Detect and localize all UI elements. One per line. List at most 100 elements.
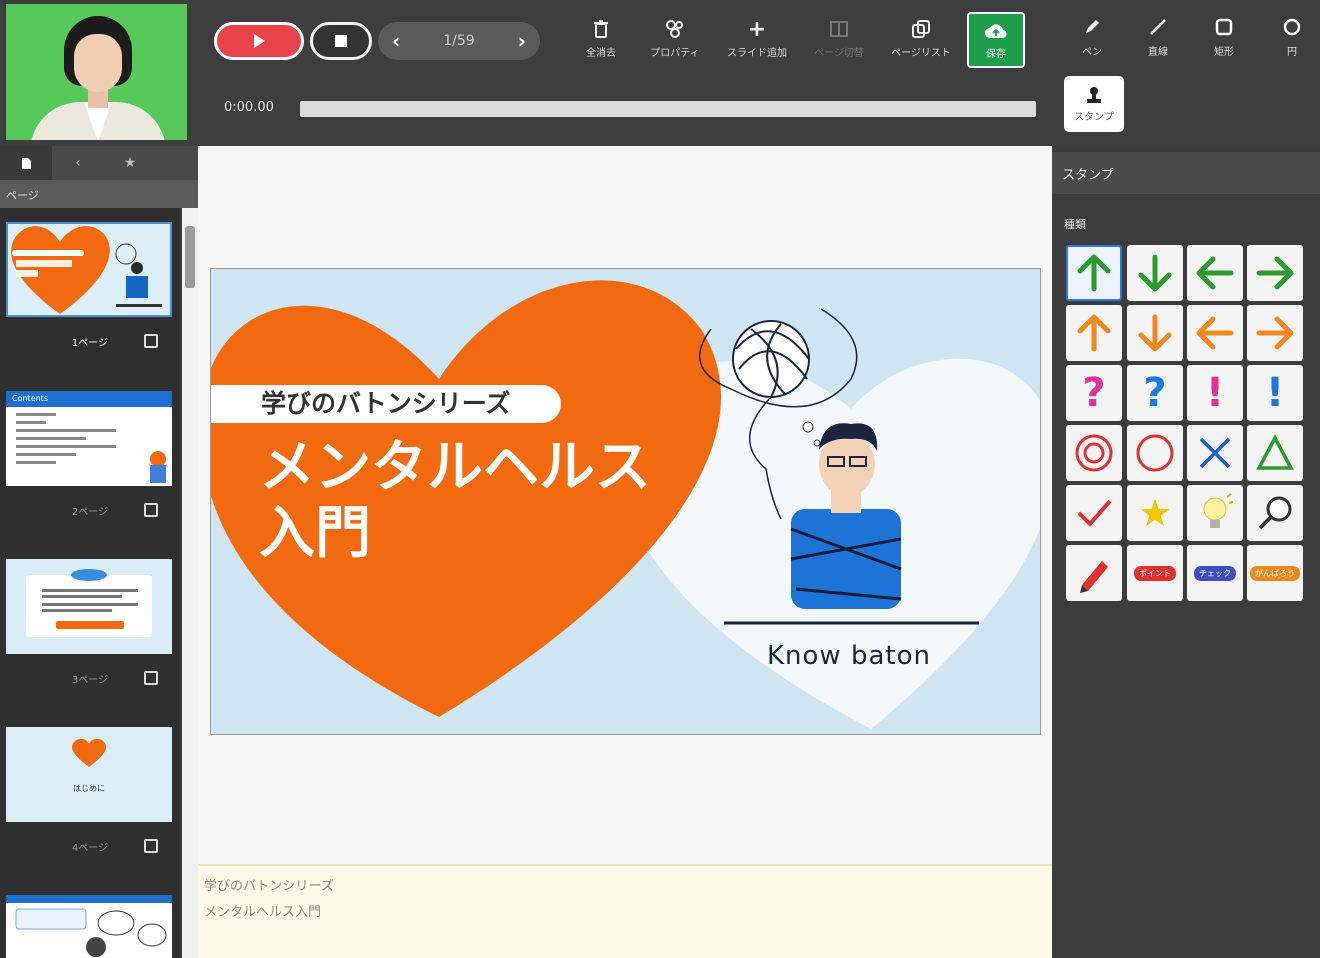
pencil-icon <box>1080 561 1108 593</box>
thumbnail-1-caption: 1ページ <box>71 337 109 349</box>
stamp-tool-button[interactable]: スタンプ <box>1064 76 1124 132</box>
stamp-right-arrow-orange[interactable] <box>1247 305 1303 361</box>
stamp-down-arrow-green[interactable] <box>1127 245 1183 301</box>
thumbnail-3-caption: 3ページ <box>71 674 109 686</box>
stamp-question-pink[interactable]: ? <box>1066 365 1122 421</box>
point-pill-label: ポイント <box>1134 565 1176 581</box>
double-circle-icon <box>1075 434 1113 472</box>
page-section-header: ページ <box>0 180 198 208</box>
stamp-question-blue[interactable]: ? <box>1127 365 1183 421</box>
circle-tool[interactable]: 円 <box>1266 18 1318 62</box>
stamp-left-arrow-green[interactable] <box>1187 245 1243 301</box>
stamp-lightbulb[interactable] <box>1187 485 1243 541</box>
delete-all-label: 全消去 <box>586 48 616 59</box>
stop-button[interactable] <box>310 22 372 60</box>
save-button[interactable]: 保存 <box>967 12 1025 68</box>
slide-brand-logo: Know baton <box>767 641 931 671</box>
notes-line-1: 学びのバトンシリーズ <box>204 879 334 894</box>
properties-button[interactable]: プロパティ <box>640 18 710 66</box>
pen-label: ペン <box>1082 47 1102 58</box>
circle-label: 円 <box>1287 47 1297 58</box>
page-list-button[interactable]: ページリスト <box>886 18 956 66</box>
arrow-down-icon <box>1138 314 1172 352</box>
lightbulb-icon <box>1203 493 1233 528</box>
stamp-star[interactable]: ★ <box>1127 485 1183 541</box>
stamp-right-arrow-green[interactable] <box>1247 245 1303 301</box>
edit-icon[interactable] <box>144 503 158 517</box>
presenter-face <box>74 34 122 92</box>
stamp-exclamation-pink[interactable]: ! <box>1187 365 1243 421</box>
line-label: 直線 <box>1148 47 1168 58</box>
star-icon: ★ <box>123 155 137 171</box>
pen-tool[interactable]: ペン <box>1066 18 1118 62</box>
slide-title-line1: メンタルヘルス <box>259 435 651 500</box>
check-pill-label: チェック <box>1194 565 1236 581</box>
trash-icon <box>590 18 612 40</box>
stamp-magnifier[interactable] <box>1247 485 1303 541</box>
plus-icon: + <box>747 16 767 42</box>
thumbnail-4-preview <box>71 738 107 767</box>
slide-thumbnail-list: 1ページ Contents 2ページ 3ページ はじめに 4ページ <box>0 208 180 958</box>
question-mark-icon: ? <box>1143 370 1167 416</box>
delete-all-button[interactable]: 全消去 <box>566 18 636 66</box>
add-slide-button[interactable]: + スライド追加 <box>722 16 792 66</box>
pen-icon <box>1083 18 1101 40</box>
stamp-down-arrow-orange[interactable] <box>1127 305 1183 361</box>
thumbnail-scrollbar[interactable] <box>182 208 198 958</box>
slide-thumbnail-3[interactable] <box>6 559 172 654</box>
scrollbar-thumb[interactable] <box>185 226 195 288</box>
edit-icon[interactable] <box>144 839 158 853</box>
line-tool[interactable]: 直線 <box>1132 18 1184 62</box>
page-list-icon <box>910 18 932 40</box>
slide-canvas[interactable]: 学びのバトンシリーズ メンタルヘルス 入門 Know baton <box>210 268 1041 735</box>
page-toggle-button[interactable]: ページ切替 <box>804 18 874 66</box>
stamp-left-arrow-orange[interactable] <box>1187 305 1243 361</box>
play-button[interactable] <box>214 22 304 60</box>
speaker-notes[interactable]: 学びのバトンシリーズ メンタルヘルス入門 <box>198 864 1052 958</box>
tab-second[interactable]: ‹ <box>52 146 104 180</box>
stamp-ganbarou-pill[interactable]: がんばろう <box>1247 545 1303 601</box>
stamp-cross[interactable] <box>1187 425 1243 481</box>
play-icon <box>254 34 265 48</box>
stamp-kind-label: 種類 <box>1064 218 1086 231</box>
timeline-bar[interactable] <box>300 101 1036 117</box>
stamp-double-circle[interactable] <box>1066 425 1122 481</box>
rectangle-tool[interactable]: 矩形 <box>1198 18 1250 62</box>
edit-icon[interactable] <box>144 334 158 348</box>
page-toggle-label: ページ切替 <box>814 48 864 59</box>
edit-icon[interactable] <box>144 671 158 685</box>
page-icon <box>21 157 31 169</box>
slide-title-line2: 入門 <box>259 501 371 566</box>
stamp-tool-label: スタンプ <box>1074 111 1114 123</box>
stamp-check-pill[interactable]: チェック <box>1187 545 1243 601</box>
page-toggle-icon <box>828 18 850 40</box>
tab-pages[interactable] <box>0 146 52 180</box>
arrow-up-icon <box>1077 314 1111 352</box>
arrow-left-icon <box>1196 316 1234 350</box>
stamp-point-pill[interactable]: ポイント <box>1127 545 1183 601</box>
slide-thumbnail-2[interactable]: Contents <box>6 391 172 486</box>
left-panel-tabs: ‹ ★ <box>0 146 198 180</box>
tab-favorites[interactable]: ★ <box>104 146 156 180</box>
prev-page-chevron-icon[interactable]: ‹ <box>392 29 400 53</box>
rectangle-label: 矩形 <box>1214 47 1234 58</box>
stamp-exclamation-blue[interactable]: ! <box>1247 365 1303 421</box>
slide-thumbnail-4[interactable]: はじめに <box>6 727 172 822</box>
stop-icon <box>335 35 347 47</box>
slide-thumbnail-5[interactable] <box>6 895 172 958</box>
stamp-circle[interactable] <box>1127 425 1183 481</box>
magnifier-icon <box>1258 496 1292 530</box>
check-icon <box>1077 499 1112 527</box>
stamp-pencil[interactable] <box>1066 545 1122 601</box>
slide-thumbnail-1[interactable] <box>6 222 172 317</box>
stamp-triangle[interactable] <box>1247 425 1303 481</box>
next-page-chevron-icon[interactable]: › <box>518 29 526 53</box>
stamp-checkmark[interactable] <box>1066 485 1122 541</box>
properties-label: プロパティ <box>650 48 700 59</box>
presenter-video <box>6 4 187 140</box>
properties-icon <box>664 18 686 40</box>
stamp-up-arrow-orange[interactable] <box>1066 305 1122 361</box>
cross-mark-icon <box>1199 437 1231 469</box>
stamp-up-arrow-green[interactable] <box>1066 245 1122 301</box>
slide-series-label: 学びのバトンシリーズ <box>211 385 561 423</box>
